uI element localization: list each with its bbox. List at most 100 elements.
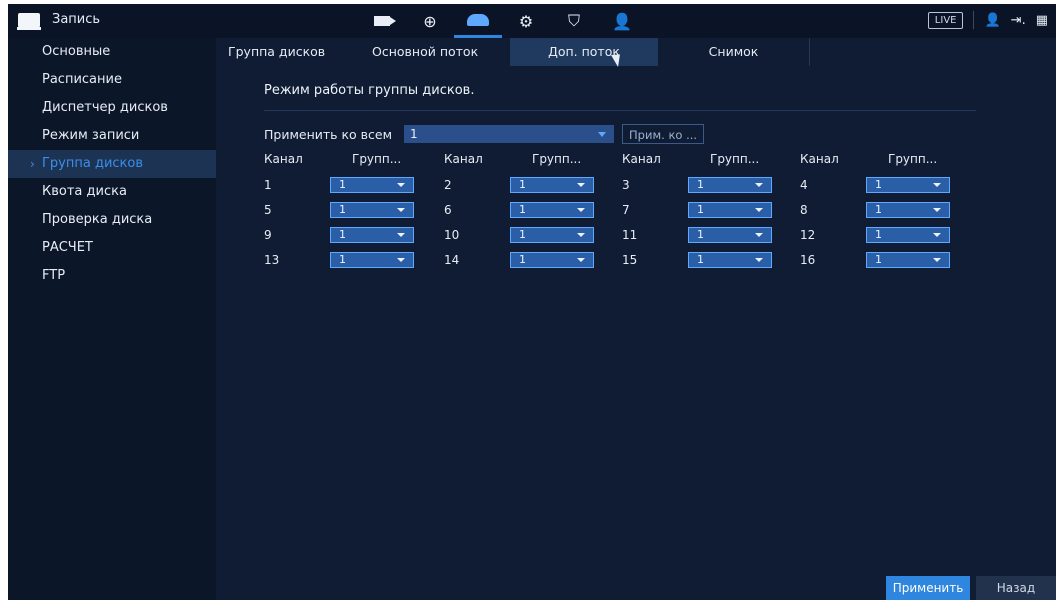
settings-window: Запись ⊕ ⚙ ⛉ 👤 LIVE 👤 ⇥. ▦ Основные Расп… — [8, 4, 1056, 600]
shield-icon[interactable]: ⛉ — [550, 4, 598, 38]
chevron-down-icon — [397, 208, 405, 212]
group-select[interactable]: 1 — [330, 252, 414, 268]
channel-number: 9 — [264, 228, 272, 242]
apply-all-row: Применить ко всем 1 Прим. ко ... — [264, 124, 705, 144]
chevron-down-icon — [577, 208, 585, 212]
group-select-value: 1 — [519, 203, 526, 216]
sidebar-item-disk-check[interactable]: Проверка диска — [8, 206, 216, 234]
channel-number: 3 — [622, 178, 630, 192]
apply-all-label: Применить ко всем — [264, 126, 393, 142]
group-select-value: 1 — [339, 178, 346, 191]
account-icon[interactable]: 👤 — [598, 4, 646, 38]
group-select[interactable]: 1 — [330, 177, 414, 193]
group-select-value: 1 — [697, 253, 704, 266]
group-select[interactable]: 1 — [866, 177, 950, 193]
column-header-channel: Канал — [264, 152, 303, 166]
apply-to-button[interactable]: Прим. ко ... — [622, 124, 705, 144]
camera-icon[interactable] — [358, 4, 406, 38]
channel-number: 2 — [444, 178, 452, 192]
group-select[interactable]: 1 — [866, 227, 950, 243]
group-select[interactable]: 1 — [688, 227, 772, 243]
column-header-channel: Канал — [444, 152, 483, 166]
chevron-down-icon — [933, 233, 941, 237]
sidebar-item-ftp[interactable]: FTP — [8, 262, 216, 290]
chevron-down-icon — [577, 183, 585, 187]
group-select-value: 1 — [519, 253, 526, 266]
channel-number: 1 — [264, 178, 272, 192]
section-title: Режим работы группы дисков. — [264, 83, 475, 98]
qr-icon[interactable]: ▦ — [1036, 13, 1048, 28]
chevron-down-icon — [397, 258, 405, 262]
group-select-value: 1 — [697, 228, 704, 241]
group-select[interactable]: 1 — [510, 227, 594, 243]
tab-disk-group[interactable]: Группа дисков — [220, 38, 362, 66]
chevron-down-icon — [933, 258, 941, 262]
logout-icon[interactable]: ⇥. — [1011, 13, 1026, 28]
user-icon[interactable]: 👤 — [984, 13, 1000, 28]
group-select[interactable]: 1 — [688, 252, 772, 268]
top-nav: ⊕ ⚙ ⛉ 👤 — [358, 4, 646, 38]
group-select-value: 1 — [697, 203, 704, 216]
globe-icon[interactable]: ⊕ — [406, 4, 454, 38]
apply-all-select[interactable]: 1 — [404, 125, 615, 143]
top-bar: Запись ⊕ ⚙ ⛉ 👤 LIVE 👤 ⇥. ▦ — [8, 4, 1056, 38]
group-select-value: 1 — [875, 228, 882, 241]
channel-number: 5 — [264, 203, 272, 217]
group-select[interactable]: 1 — [510, 252, 594, 268]
record-icon — [17, 12, 41, 30]
tab-snapshot[interactable]: Снимок — [658, 38, 810, 66]
column-header-group: Групп... — [710, 152, 760, 166]
group-select[interactable]: 1 — [866, 252, 950, 268]
chevron-down-icon — [933, 183, 941, 187]
hdd-icon[interactable] — [454, 4, 502, 38]
group-select-value: 1 — [519, 228, 526, 241]
sidebar-item-disk-manager[interactable]: Диспетчер дисков — [8, 94, 216, 122]
sidebar-item-disk-group[interactable]: Группа дисков — [8, 150, 216, 178]
tab-main-stream[interactable]: Основной поток — [362, 38, 510, 66]
back-button[interactable]: Назад — [976, 576, 1056, 600]
sidebar-item-basic[interactable]: Основные — [8, 38, 216, 66]
channel-number: 15 — [622, 253, 638, 267]
top-right-controls: LIVE 👤 ⇥. ▦ — [927, 11, 1048, 29]
group-select-value: 1 — [875, 253, 882, 266]
chevron-down-icon — [755, 233, 763, 237]
sidebar-item-record-mode[interactable]: Режим записи — [8, 122, 216, 150]
sidebar-item-calculation[interactable]: РАСЧЕТ — [8, 234, 216, 262]
group-select[interactable]: 1 — [688, 177, 772, 193]
sidebar-item-disk-quota[interactable]: Квота диска — [8, 178, 216, 206]
channel-number: 8 — [800, 203, 808, 217]
main-content: Режим работы группы дисков. Применить ко… — [220, 66, 1056, 600]
group-select[interactable]: 1 — [330, 202, 414, 218]
group-select[interactable]: 1 — [510, 202, 594, 218]
chevron-down-icon — [397, 183, 405, 187]
apply-button[interactable]: Применить — [886, 576, 970, 600]
footer-buttons: Применить Назад — [886, 576, 1056, 600]
apply-all-value: 1 — [410, 127, 418, 141]
group-select[interactable]: 1 — [510, 177, 594, 193]
group-select-value: 1 — [339, 203, 346, 216]
chevron-down-icon — [577, 258, 585, 262]
group-select[interactable]: 1 — [330, 227, 414, 243]
channel-number: 4 — [800, 178, 808, 192]
app-title-label: Запись — [52, 12, 101, 27]
app-title: Запись — [17, 12, 101, 30]
group-select-value: 1 — [697, 178, 704, 191]
group-select-value: 1 — [875, 203, 882, 216]
group-select-value: 1 — [875, 178, 882, 191]
chevron-down-icon — [755, 208, 763, 212]
chevron-down-icon — [577, 233, 585, 237]
channel-number: 12 — [800, 228, 816, 242]
tab-sub-stream[interactable]: Доп. поток — [510, 38, 658, 66]
chevron-down-icon — [397, 233, 405, 237]
channel-number: 16 — [800, 253, 816, 267]
group-select[interactable]: 1 — [688, 202, 772, 218]
group-select[interactable]: 1 — [866, 202, 950, 218]
column-header-channel: Канал — [800, 152, 839, 166]
live-button[interactable]: LIVE — [927, 11, 964, 29]
sidebar-item-schedule[interactable]: Расписание — [8, 66, 216, 94]
column-header-channel: Канал — [622, 152, 661, 166]
tab-bar: Группа дисков Основной поток Доп. поток … — [220, 38, 810, 66]
gears-icon[interactable]: ⚙ — [502, 4, 550, 38]
column-header-group: Групп... — [352, 152, 402, 166]
chevron-down-icon — [755, 183, 763, 187]
